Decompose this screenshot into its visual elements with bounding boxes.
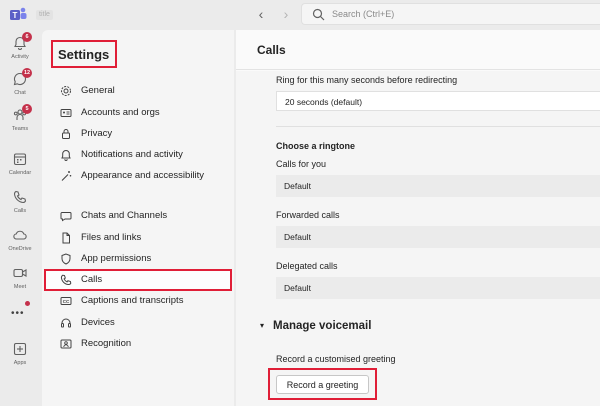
teams-badge: 5 — [22, 104, 32, 114]
rail-item-chat[interactable]: 12 Chat — [0, 68, 40, 106]
settings-panel: Settings General Accounts and orgs Priva… — [42, 30, 234, 406]
rail-item-teams[interactable]: 5 Teams — [0, 104, 40, 142]
rail-label: Calendar — [8, 170, 32, 176]
main-header: Calls — [236, 30, 600, 70]
shield-icon — [61, 253, 71, 265]
back-arrow-icon[interactable]: ‹ — [253, 6, 269, 22]
forwarded-calls-label: Forwarded calls — [276, 210, 340, 220]
delegated-calls-label: Delegated calls — [276, 261, 338, 271]
closed-captions-icon: CC — [60, 297, 72, 305]
svg-text:T: T — [13, 11, 18, 20]
add-apps-icon — [13, 342, 27, 356]
settings-item-calls[interactable]: Calls — [42, 269, 234, 291]
selection-highlight — [44, 269, 232, 291]
page-title: Calls — [257, 43, 286, 57]
search-placeholder: Search (Ctrl+E) — [332, 9, 395, 19]
settings-item-accounts[interactable]: Accounts and orgs — [42, 103, 234, 123]
settings-item-recognition[interactable]: Recognition — [42, 334, 234, 354]
settings-item-privacy[interactable]: Privacy — [42, 124, 234, 144]
settings-item-appearance[interactable]: Appearance and accessibility — [42, 166, 234, 186]
record-greeting-highlight: Record a greeting — [268, 368, 377, 400]
activity-badge: 6 — [22, 32, 32, 42]
cloud-icon — [13, 230, 27, 240]
manage-voicemail-section[interactable]: ▾ Manage voicemail — [260, 320, 371, 332]
settings-item-notifications[interactable]: Notifications and activity — [42, 145, 234, 165]
gear-icon — [61, 86, 71, 96]
ring-duration-label: Ring for this many seconds before redire… — [276, 75, 458, 85]
window-title: title — [36, 10, 53, 20]
teams-logo-icon: T — [10, 7, 27, 20]
phone-icon — [13, 190, 27, 204]
lock-icon — [62, 129, 70, 139]
rail-label: Chat — [14, 90, 26, 96]
search-icon — [312, 8, 325, 21]
person-card-icon — [60, 339, 72, 349]
settings-item-app-permissions[interactable]: App permissions — [42, 249, 234, 269]
bell-icon — [61, 149, 71, 161]
rail-item-meet[interactable]: Meet — [0, 264, 40, 300]
settings-item-files-links[interactable]: Files and links — [42, 228, 234, 248]
rail-label: Activity — [11, 54, 29, 60]
notification-dot — [25, 301, 30, 306]
rail-label: Apps — [13, 360, 27, 366]
voicemail-heading: Manage voicemail — [273, 320, 372, 332]
rail-item-activity[interactable]: 6 Activity — [0, 32, 40, 70]
calls-for-you-dropdown[interactable]: Default — [276, 175, 600, 197]
divider — [276, 126, 600, 127]
forward-arrow-icon[interactable]: › — [278, 6, 294, 22]
rail-item-onedrive[interactable]: OneDrive — [0, 226, 40, 262]
chevron-down-icon: ▾ — [260, 321, 265, 330]
rail-label: Meet — [13, 284, 27, 290]
search-input[interactable]: Search (Ctrl+E) — [301, 3, 600, 25]
forwarded-calls-dropdown[interactable]: Default — [276, 226, 600, 248]
settings-title: Settings — [51, 40, 117, 68]
document-icon — [62, 232, 70, 244]
id-card-icon — [60, 109, 72, 117]
title-bar: T title ‹ › Search (Ctrl+E) — [0, 0, 600, 30]
more-apps-button[interactable]: ••• — [11, 308, 25, 319]
record-greeting-button[interactable]: Record a greeting — [276, 375, 369, 394]
ringtone-heading: Choose a ringtone — [276, 141, 356, 151]
settings-item-general[interactable]: General — [42, 81, 234, 101]
main-panel: Calls Ring for this many seconds before … — [236, 30, 600, 406]
rail-label: Calls — [13, 208, 27, 214]
magic-wand-icon — [61, 171, 72, 181]
rail-item-apps[interactable]: Apps — [0, 340, 40, 376]
phone-icon — [60, 274, 72, 286]
delegated-calls-dropdown[interactable]: Default — [276, 277, 600, 299]
calendar-icon — [13, 153, 27, 166]
settings-item-captions[interactable]: CC Captions and transcripts — [42, 291, 234, 311]
rail-label: OneDrive — [8, 246, 32, 252]
custom-greeting-label: Record a customised greeting — [276, 354, 396, 364]
calls-settings-content: Ring for this many seconds before redire… — [236, 71, 600, 406]
rail-label: Teams — [11, 126, 29, 132]
chat-icon — [60, 212, 72, 222]
svg-text:CC: CC — [63, 299, 70, 304]
calls-for-you-label: Calls for you — [276, 159, 327, 169]
rail-item-calendar[interactable]: Calendar — [0, 150, 40, 186]
ring-duration-dropdown[interactable]: 20 seconds (default) — [276, 91, 600, 111]
video-camera-icon — [13, 268, 27, 278]
chat-badge: 12 — [22, 68, 32, 78]
rail-item-calls[interactable]: Calls — [0, 188, 40, 224]
settings-item-chats-channels[interactable]: Chats and Channels — [42, 206, 234, 226]
headset-icon — [61, 318, 71, 328]
app-rail: 6 Activity 12 Chat 5 Teams Calendar Call… — [0, 30, 40, 406]
settings-item-devices[interactable]: Devices — [42, 313, 234, 333]
